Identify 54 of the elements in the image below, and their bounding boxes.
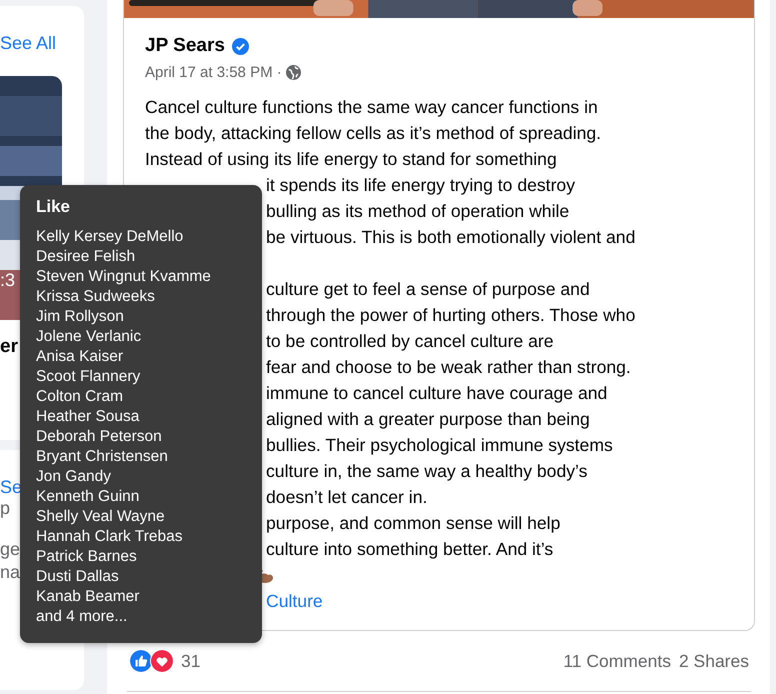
post-text-line: aligned with a greater purpose than being bbox=[266, 408, 590, 431]
liker-name: Jolene Verlanic bbox=[36, 327, 142, 347]
liker-name: Bryant Christensen bbox=[36, 447, 168, 467]
liker-name: Jon Gandy bbox=[36, 467, 111, 487]
author-name[interactable]: JP Sears bbox=[145, 35, 225, 57]
comments-link[interactable]: 11 Comments bbox=[563, 650, 671, 672]
see-all-link[interactable]: See All bbox=[0, 33, 56, 53]
post-text-line: doesn’t let cancer in. bbox=[266, 486, 428, 509]
liker-name: Colton Cram bbox=[36, 387, 123, 407]
post-text-line: bullies. Their psychological immune systems bbox=[266, 434, 613, 457]
liker-name: Steven Wingnut Kvamme bbox=[36, 267, 211, 287]
post-text-line: it spends its life energy trying to destroy bbox=[266, 174, 576, 197]
liker-name: Heather Sousa bbox=[36, 407, 140, 427]
liker-name: Shelly Veal Wayne bbox=[36, 507, 165, 527]
tooltip-title: Like bbox=[36, 197, 72, 217]
liker-name: Scoot Flannery bbox=[36, 367, 140, 387]
liker-name: Desiree Felish bbox=[36, 247, 136, 267]
more-likers-text: and 4 more... bbox=[36, 607, 128, 627]
liker-name: Kelly Kersey DeMello bbox=[36, 227, 184, 247]
liker-name: Anisa Kaiser bbox=[36, 347, 124, 367]
liker-name: Kenneth Guinn bbox=[36, 487, 140, 507]
liker-name: Jim Rollyson bbox=[36, 307, 124, 327]
video-title[interactable]: er bbox=[0, 336, 18, 358]
hashtag-link[interactable]: Culture bbox=[266, 591, 323, 611]
post-text-line: to be controlled by cancel culture are bbox=[266, 330, 554, 353]
sidebar-text: p bbox=[0, 497, 10, 520]
shares-link[interactable]: 2 Shares bbox=[678, 650, 749, 672]
post-text-line: culture get to feel a sense of purpose and bbox=[266, 278, 590, 301]
video-duration: :3 bbox=[0, 269, 16, 291]
post-text-line: purpose, and common sense will help bbox=[266, 512, 560, 535]
post-text-line: immune to cancel culture have courage and bbox=[266, 382, 608, 405]
heart-icon bbox=[150, 649, 174, 673]
reaction-count[interactable]: 31 bbox=[181, 650, 200, 672]
liker-name: Kanab Beamer bbox=[36, 587, 140, 607]
post-text-line: fear and choose to be weak rather than strong. bbox=[266, 356, 631, 379]
post-timestamp[interactable]: April 17 at 3:58 PM · bbox=[145, 64, 282, 80]
sidebar-text: na bbox=[0, 561, 20, 584]
post-text-line: culture into something better. And it’s bbox=[266, 538, 554, 561]
liker-name: Dusti Dallas bbox=[36, 567, 119, 587]
liker-name: Krissa Sudweeks bbox=[36, 287, 155, 307]
thumbs-up-icon bbox=[129, 649, 153, 673]
post-text-line: Cancel culture functions the same way cancer functions in bbox=[145, 96, 599, 119]
liker-name: Deborah Peterson bbox=[36, 427, 162, 447]
see-all-link[interactable]: Se bbox=[0, 477, 22, 497]
post-text-line: be virtuous. This is both emotionally violent and bbox=[266, 226, 636, 249]
sidebar-text: ge bbox=[0, 538, 20, 561]
liker-name: Hannah Clark Trebas bbox=[36, 527, 182, 547]
post-text-line: the body, attacking fellow cells as it’s method of spreading. bbox=[145, 122, 602, 145]
liker-name: Patrick Barnes bbox=[36, 547, 137, 567]
post-text-line: through the power of hurting others. Those who bbox=[266, 304, 636, 327]
post-text-line: Instead of using its life energy to stand for something bbox=[145, 148, 558, 171]
globe-icon bbox=[286, 64, 301, 80]
post-text-line: bulling as its method of operation while bbox=[266, 200, 570, 223]
post-text-line: culture in, the same way a healthy body’s bbox=[266, 460, 588, 483]
